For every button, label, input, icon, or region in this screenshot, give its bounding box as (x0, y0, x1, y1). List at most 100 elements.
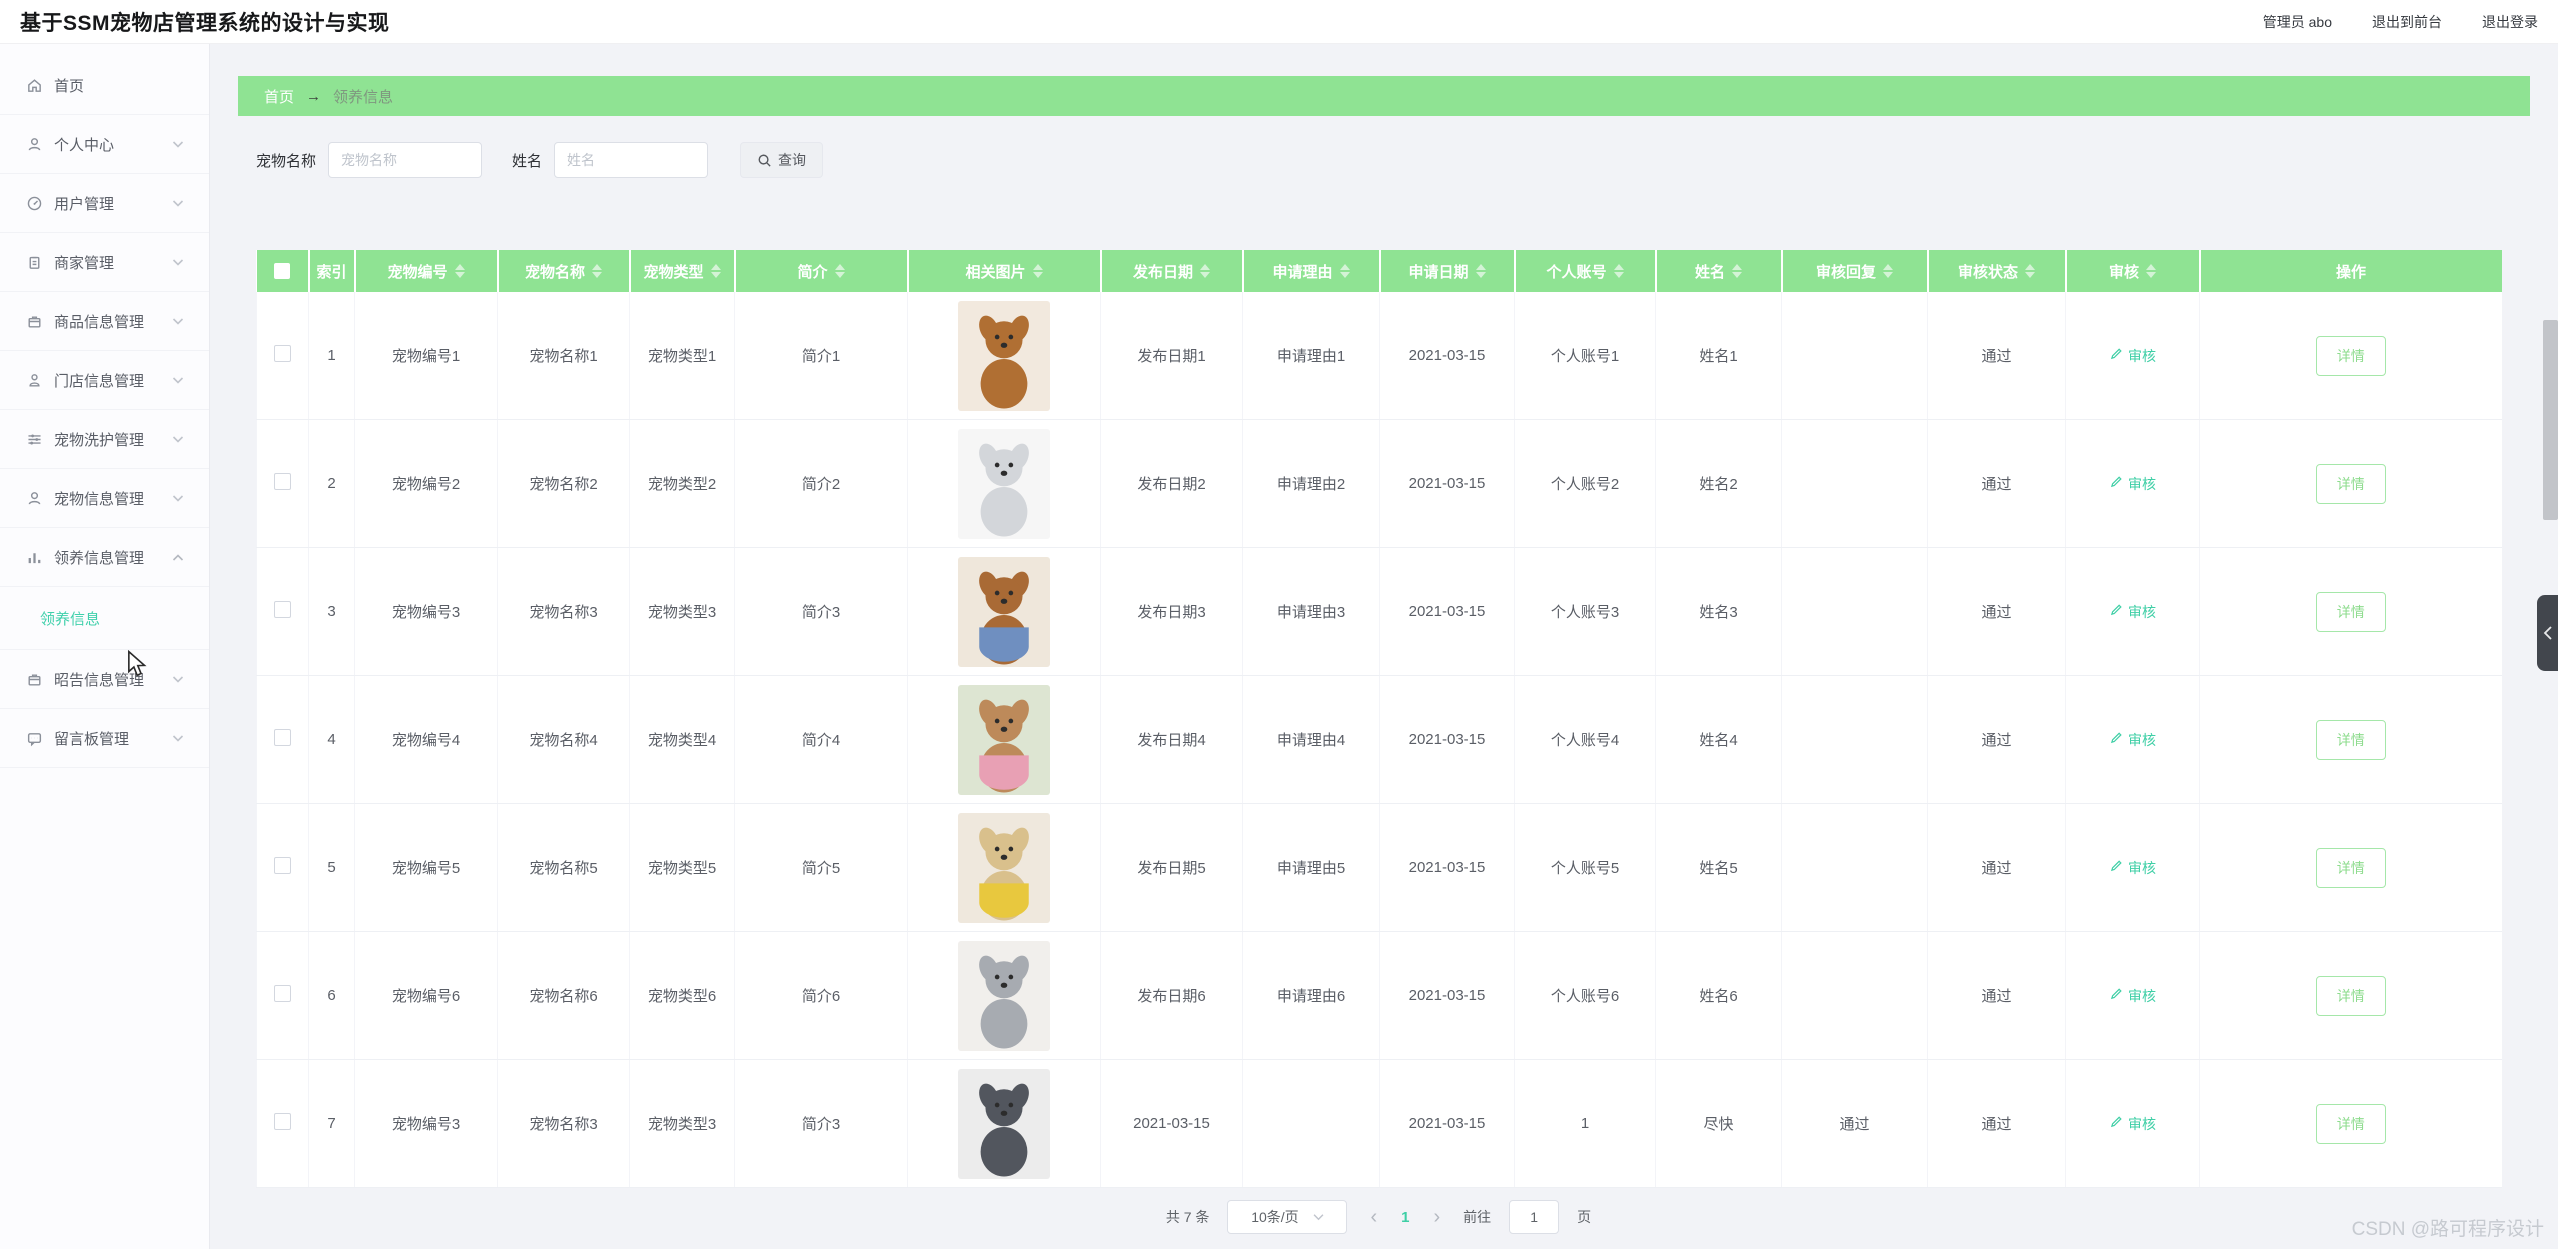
sort-carets-icon[interactable] (1883, 264, 1893, 278)
sidebar-item-home[interactable]: 首页 (0, 56, 209, 115)
detail-button[interactable]: 详情 (2316, 976, 2386, 1016)
audit-link[interactable]: 审核 (2109, 346, 2156, 366)
sort-carets-icon[interactable] (1033, 264, 1043, 278)
column-header-label: 索引 (316, 261, 346, 282)
cell-account: 个人账号3 (1515, 548, 1656, 676)
cell-type: 宠物类型4 (630, 676, 735, 804)
row-checkbox[interactable] (274, 345, 291, 362)
cell-person: 姓名4 (1656, 676, 1782, 804)
exit-to-front-link[interactable]: 退出到前台 (2372, 12, 2442, 32)
sort-carets-icon[interactable] (1200, 264, 1210, 278)
row-checkbox[interactable] (274, 729, 291, 746)
expand-panel-tab[interactable] (2537, 595, 2558, 671)
pet-photo[interactable] (958, 429, 1050, 539)
sort-carets-icon[interactable] (1476, 264, 1486, 278)
column-header-apply_date[interactable]: 申请日期 (1380, 250, 1515, 292)
sidebar-item-messages[interactable]: 留言板管理 (0, 709, 209, 768)
audit-link[interactable]: 审核 (2109, 1114, 2156, 1134)
row-checkbox[interactable] (274, 473, 291, 490)
audit-link[interactable]: 审核 (2109, 730, 2156, 750)
cell-audit: 审核 (2066, 932, 2200, 1060)
column-header-account[interactable]: 个人账号 (1515, 250, 1656, 292)
cell-intro: 简介5 (735, 804, 908, 932)
row-checkbox[interactable] (274, 1113, 291, 1130)
row-checkbox[interactable] (274, 601, 291, 618)
scrollbar[interactable] (2543, 320, 2558, 520)
cell-type: 宠物类型3 (630, 548, 735, 676)
column-header-name[interactable]: 宠物名称 (498, 250, 630, 292)
watermark: CSDN @路可程序设计 (2352, 1214, 2544, 1241)
column-header-intro[interactable]: 简介 (735, 250, 908, 292)
detail-button[interactable]: 详情 (2316, 848, 2386, 888)
clipboard-icon (26, 254, 43, 271)
row-checkbox[interactable] (274, 857, 291, 874)
sidebar-subitem-adoption-info[interactable]: 领养信息 (0, 587, 209, 650)
chevron-down-icon (172, 199, 184, 208)
audit-link[interactable]: 审核 (2109, 858, 2156, 878)
cell-index: 6 (309, 932, 355, 1060)
detail-button[interactable]: 详情 (2316, 464, 2386, 504)
column-header-code[interactable]: 宠物编号 (355, 250, 498, 292)
pagination: 共 7 条 10条/页 ‹ 1 › 前往 页 (256, 1200, 2501, 1234)
person-name-input[interactable] (554, 142, 708, 178)
sort-carets-icon[interactable] (455, 264, 465, 278)
query-button[interactable]: 查询 (740, 142, 823, 178)
column-header-reply[interactable]: 审核回复 (1782, 250, 1928, 292)
sort-carets-icon[interactable] (835, 264, 845, 278)
page-size-select[interactable]: 10条/页 (1227, 1200, 1347, 1234)
cell-text: 发布日期5 (1137, 860, 1205, 877)
sort-carets-icon[interactable] (711, 264, 721, 278)
sort-carets-icon[interactable] (2146, 264, 2156, 278)
pet-photo[interactable] (958, 813, 1050, 923)
sidebar-item-pets[interactable]: 宠物信息管理 (0, 469, 209, 528)
sidebar-item-notice[interactable]: 昭告信息管理 (0, 650, 209, 709)
detail-button[interactable]: 详情 (2316, 336, 2386, 376)
pet-photo[interactable] (958, 685, 1050, 795)
sidebar-item-grooming[interactable]: 宠物洗护管理 (0, 410, 209, 469)
audit-link[interactable]: 审核 (2109, 474, 2156, 494)
column-header-audit[interactable]: 审核 (2066, 250, 2200, 292)
audit-link[interactable]: 审核 (2109, 986, 2156, 1006)
chevron-down-icon (172, 140, 184, 149)
column-header-person[interactable]: 姓名 (1656, 250, 1782, 292)
column-header-reason[interactable]: 申请理由 (1243, 250, 1380, 292)
sort-carets-icon[interactable] (1614, 264, 1624, 278)
pet-name-input[interactable] (328, 142, 482, 178)
prev-page-button[interactable]: ‹ (1370, 1207, 1377, 1227)
column-header-publish[interactable]: 发布日期 (1101, 250, 1243, 292)
goto-page-input[interactable] (1509, 1200, 1559, 1234)
logout-link[interactable]: 退出登录 (2482, 12, 2538, 32)
cell-text: 个人账号3 (1551, 604, 1619, 621)
pet-photo[interactable] (958, 301, 1050, 411)
sidebar-item-users[interactable]: 用户管理 (0, 174, 209, 233)
detail-button[interactable]: 详情 (2316, 1104, 2386, 1144)
detail-button[interactable]: 详情 (2316, 720, 2386, 760)
detail-button[interactable]: 详情 (2316, 592, 2386, 632)
sidebar-item-profile[interactable]: 个人中心 (0, 115, 209, 174)
sort-carets-icon[interactable] (2025, 264, 2035, 278)
sort-carets-icon[interactable] (1340, 264, 1350, 278)
sort-carets-icon[interactable] (1732, 264, 1742, 278)
breadcrumb-home[interactable]: 首页 (264, 86, 294, 107)
sort-carets-icon[interactable] (592, 264, 602, 278)
chevron-left-icon (2543, 625, 2553, 641)
column-header-image[interactable]: 相关图片 (908, 250, 1101, 292)
cell-intro: 简介3 (735, 548, 908, 676)
sidebar-item-stores[interactable]: 门店信息管理 (0, 351, 209, 410)
audit-link[interactable]: 审核 (2109, 602, 2156, 622)
sidebar-item-adoption[interactable]: 领养信息管理 (0, 528, 209, 587)
pet-photo[interactable] (958, 1069, 1050, 1179)
select-all-checkbox[interactable] (274, 263, 290, 279)
column-header-status[interactable]: 审核状态 (1928, 250, 2066, 292)
pet-photo[interactable] (958, 557, 1050, 667)
sidebar-item-products[interactable]: 商品信息管理 (0, 292, 209, 351)
next-page-button[interactable]: › (1433, 1207, 1440, 1227)
row-checkbox[interactable] (274, 985, 291, 1002)
cell-publish: 发布日期3 (1101, 548, 1243, 676)
page-number-1[interactable]: 1 (1401, 1209, 1409, 1226)
sidebar-item-merchants[interactable]: 商家管理 (0, 233, 209, 292)
column-header-type[interactable]: 宠物类型 (630, 250, 735, 292)
cell-apply_date: 2021-03-15 (1380, 420, 1515, 548)
pet-photo[interactable] (958, 941, 1050, 1051)
cell-text: 申请理由4 (1277, 732, 1345, 749)
